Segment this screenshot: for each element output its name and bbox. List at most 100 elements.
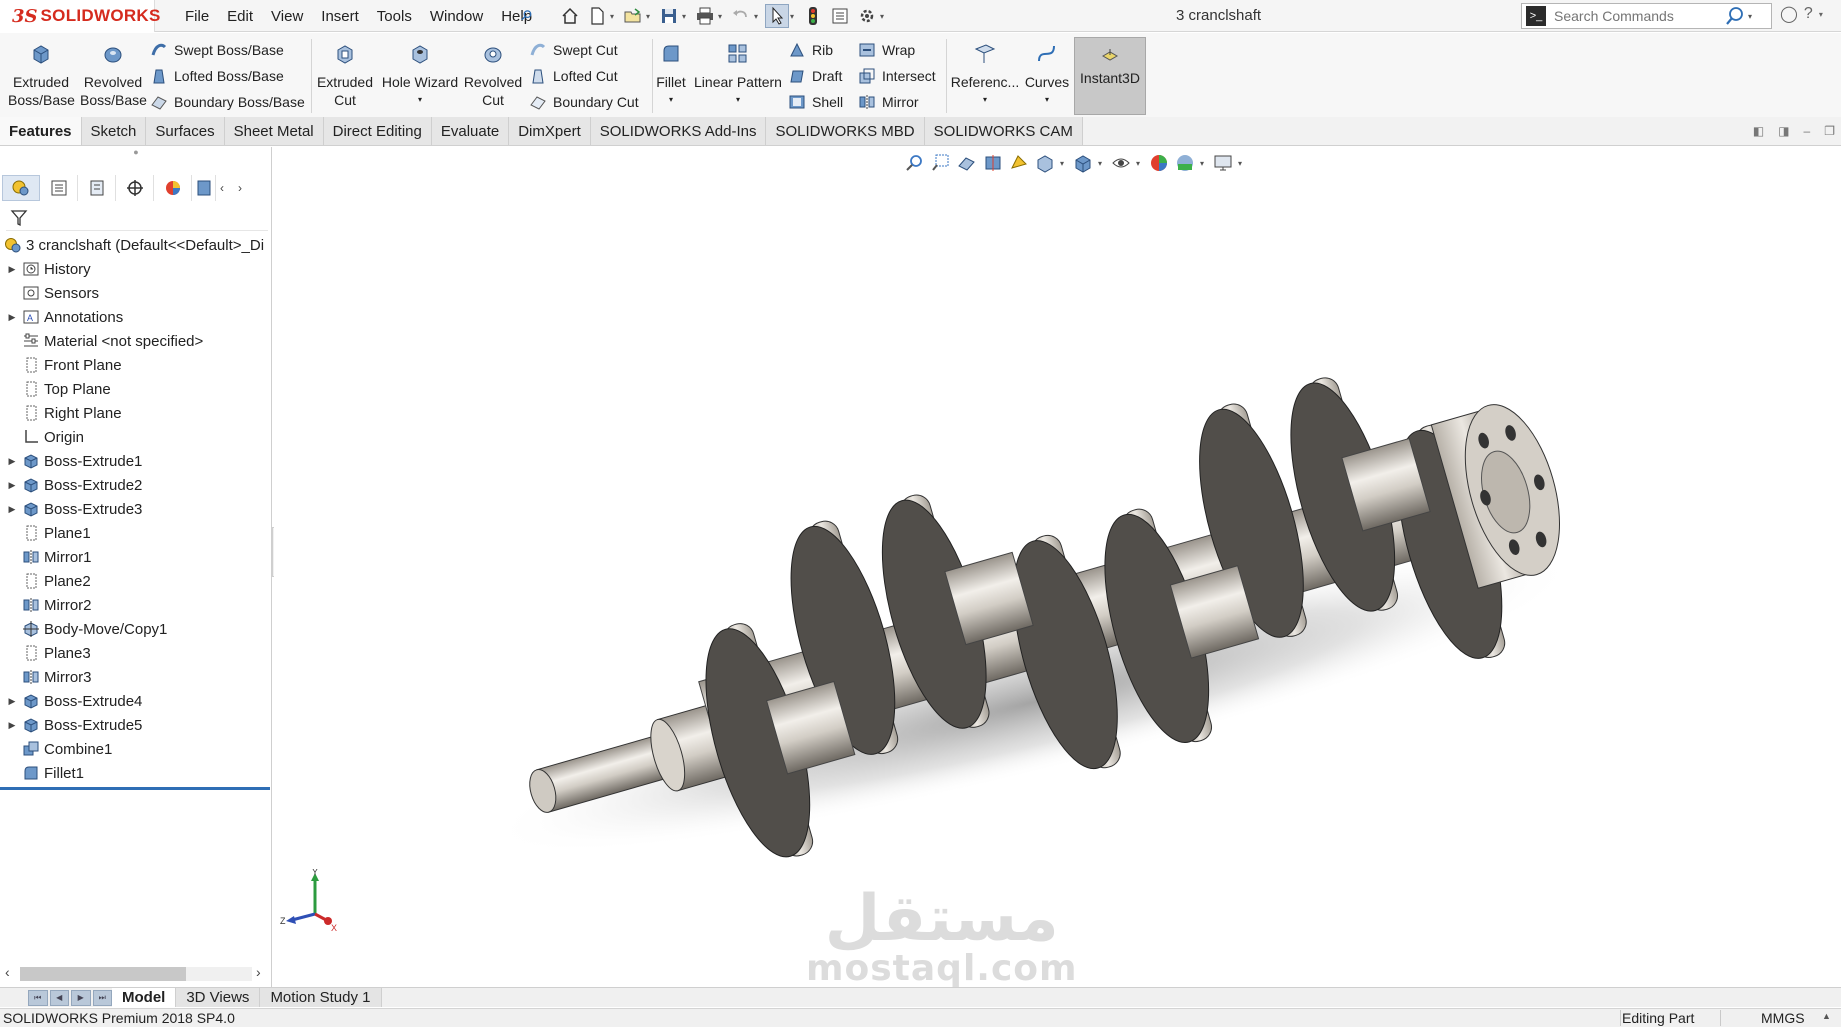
restore-icon[interactable]: ❐ (1824, 124, 1835, 138)
next-tab-icon[interactable]: ▶ (71, 989, 91, 1006)
tile-left-icon[interactable]: ◧ (1753, 124, 1764, 138)
undo-dropdown-icon[interactable]: ▾ (754, 12, 762, 21)
new-document-icon[interactable] (585, 4, 609, 28)
curves-dropdown-icon[interactable]: ▾ (1022, 91, 1072, 109)
linear-pattern-button[interactable]: Linear Pattern ▾ (694, 41, 782, 109)
tab-features[interactable]: Features (0, 117, 82, 145)
prev-tab-icon[interactable]: ◀ (49, 989, 69, 1006)
menu-file[interactable]: File (176, 8, 218, 25)
menu-insert[interactable]: Insert (312, 8, 368, 25)
rollback-bar[interactable] (0, 787, 270, 790)
save-icon[interactable] (657, 4, 681, 28)
displaymanager-tab[interactable] (154, 175, 192, 201)
panel-tab-prev-icon[interactable]: ‹ (220, 181, 224, 195)
hole-wizard-button[interactable]: Hole Wizard ▾ (380, 41, 460, 109)
tree-horizontal-scrollbar[interactable]: ‹ › (0, 963, 272, 983)
swept-boss-button[interactable]: Swept Boss/Base (150, 39, 284, 61)
menu-window[interactable]: Window (421, 8, 492, 25)
expand-arrow-icon[interactable]: ▶ (6, 480, 18, 491)
tree-item-origin[interactable]: Origin (0, 425, 272, 449)
expand-arrow-icon[interactable]: ▶ (6, 696, 18, 707)
tree-item-history[interactable]: ▶ History (0, 257, 272, 281)
help-dropdown-icon[interactable]: ▾ (1819, 10, 1823, 19)
tab-sketch[interactable]: Sketch (81, 117, 147, 145)
help-icon[interactable]: ? (1804, 5, 1813, 23)
shell-button[interactable]: Shell (788, 91, 843, 113)
lofted-cut-button[interactable]: Lofted Cut (529, 65, 618, 87)
instant3d-toggle[interactable]: Instant3D (1074, 37, 1146, 115)
tree-item-right-plane[interactable]: Right Plane (0, 401, 272, 425)
linear-pattern-dropdown-icon[interactable]: ▾ (694, 91, 782, 109)
tree-item-body-move-copy1[interactable]: Body-Move/Copy1 (0, 617, 272, 641)
boundary-cut-button[interactable]: Boundary Cut (529, 91, 639, 113)
menu-edit[interactable]: Edit (218, 8, 262, 25)
tree-item-combine1[interactable]: Combine1 (0, 737, 272, 761)
units-selector[interactable]: MMGS (1720, 1010, 1805, 1026)
extruded-cut-button[interactable]: Extruded Cut (314, 41, 376, 109)
mirror-button[interactable]: Mirror (858, 91, 919, 113)
rebuild-traffic-light-icon[interactable] (801, 4, 825, 28)
tree-item-mirror1[interactable]: Mirror1 (0, 545, 272, 569)
fillet-dropdown-icon[interactable]: ▾ (652, 91, 690, 109)
lofted-boss-button[interactable]: Lofted Boss/Base (150, 65, 284, 87)
revolved-cut-button[interactable]: Revolved Cut (460, 41, 526, 109)
minimize-icon[interactable]: – (1804, 124, 1811, 138)
fillet-button[interactable]: Fillet ▾ (652, 41, 690, 109)
tab-model[interactable]: Model (112, 988, 177, 1007)
graphics-area[interactable]: ▾ ▾ ▾ ▾ ▾ Y Z X مستقل mostaql.com (274, 147, 1841, 987)
tab-evaluate[interactable]: Evaluate (431, 117, 510, 145)
cam-tab[interactable] (192, 175, 216, 201)
user-account-icon[interactable]: ◯ (1780, 4, 1798, 24)
reference-geometry-button[interactable]: Referenc... ▾ (950, 41, 1020, 109)
expand-arrow-icon[interactable]: ▶ (6, 504, 18, 515)
tab-sheet-metal[interactable]: Sheet Metal (224, 117, 324, 145)
draft-button[interactable]: Draft (788, 65, 842, 87)
tab-solidworks-mbd[interactable]: SOLIDWORKS MBD (766, 117, 925, 145)
tab-solidworks-cam[interactable]: SOLIDWORKS CAM (924, 117, 1083, 145)
tree-item-boss-extrude2[interactable]: ▶ Boss-Extrude2 (0, 473, 272, 497)
tab-surfaces[interactable]: Surfaces (146, 117, 225, 145)
tab-3d-views[interactable]: 3D Views (176, 988, 261, 1007)
tree-item-front-plane[interactable]: Front Plane (0, 353, 272, 377)
last-tab-icon[interactable]: ⏭ (92, 989, 112, 1006)
tree-item-annotations[interactable]: ▶ A Annotations (0, 305, 272, 329)
menu-view[interactable]: View (262, 8, 312, 25)
scroll-thumb[interactable] (20, 967, 186, 981)
reference-dropdown-icon[interactable]: ▾ (950, 91, 1020, 109)
tree-item-mirror3[interactable]: Mirror3 (0, 665, 272, 689)
tile-right-icon[interactable]: ◨ (1778, 124, 1789, 138)
first-tab-icon[interactable]: ⏮ (28, 989, 48, 1006)
tree-item-mirror2[interactable]: Mirror2 (0, 593, 272, 617)
undo-icon[interactable] (729, 4, 753, 28)
tab-direct-editing[interactable]: Direct Editing (323, 117, 432, 145)
tree-root-part[interactable]: 3 cranclshaft (Default<<Default>_Di (0, 233, 272, 257)
open-folder-icon[interactable] (621, 4, 645, 28)
tree-item-boss-extrude1[interactable]: ▶ Boss-Extrude1 (0, 449, 272, 473)
panel-tab-next-icon[interactable]: › (238, 181, 242, 195)
tab-motion-study-1[interactable]: Motion Study 1 (260, 988, 382, 1007)
expand-arrow-icon[interactable]: ▶ (6, 264, 18, 275)
tree-item-plane1[interactable]: Plane1 (0, 521, 272, 545)
print-dropdown-icon[interactable]: ▾ (718, 12, 726, 21)
options-gear-icon[interactable] (855, 4, 879, 28)
extruded-boss-button[interactable]: Extruded Boss/Base (8, 41, 75, 109)
revolved-boss-button[interactable]: Revolved Boss/Base (80, 41, 147, 109)
tree-filter[interactable] (6, 205, 268, 231)
tree-item-sensors[interactable]: Sensors (0, 281, 272, 305)
home-icon[interactable] (558, 4, 582, 28)
save-dropdown-icon[interactable]: ▾ (682, 12, 690, 21)
new-dropdown-icon[interactable]: ▾ (610, 12, 618, 21)
crankshaft-3d-model[interactable] (274, 147, 1841, 987)
file-properties-icon[interactable] (828, 4, 852, 28)
tree-item-plane2[interactable]: Plane2 (0, 569, 272, 593)
scroll-left-icon[interactable]: ‹ (5, 964, 10, 980)
tab-dimxpert[interactable]: DimXpert (509, 117, 591, 145)
print-icon[interactable] (693, 4, 717, 28)
tree-item-boss-extrude3[interactable]: ▶ Boss-Extrude3 (0, 497, 272, 521)
tab-solidworks-add-ins[interactable]: SOLIDWORKS Add-Ins (590, 117, 767, 145)
select-cursor-icon[interactable] (765, 4, 789, 28)
options-dropdown-icon[interactable]: ▾ (880, 12, 888, 21)
units-menu-icon[interactable]: ▲ (1822, 1011, 1831, 1021)
tree-item-plane3[interactable]: Plane3 (0, 641, 272, 665)
search-icon[interactable] (1724, 5, 1746, 27)
